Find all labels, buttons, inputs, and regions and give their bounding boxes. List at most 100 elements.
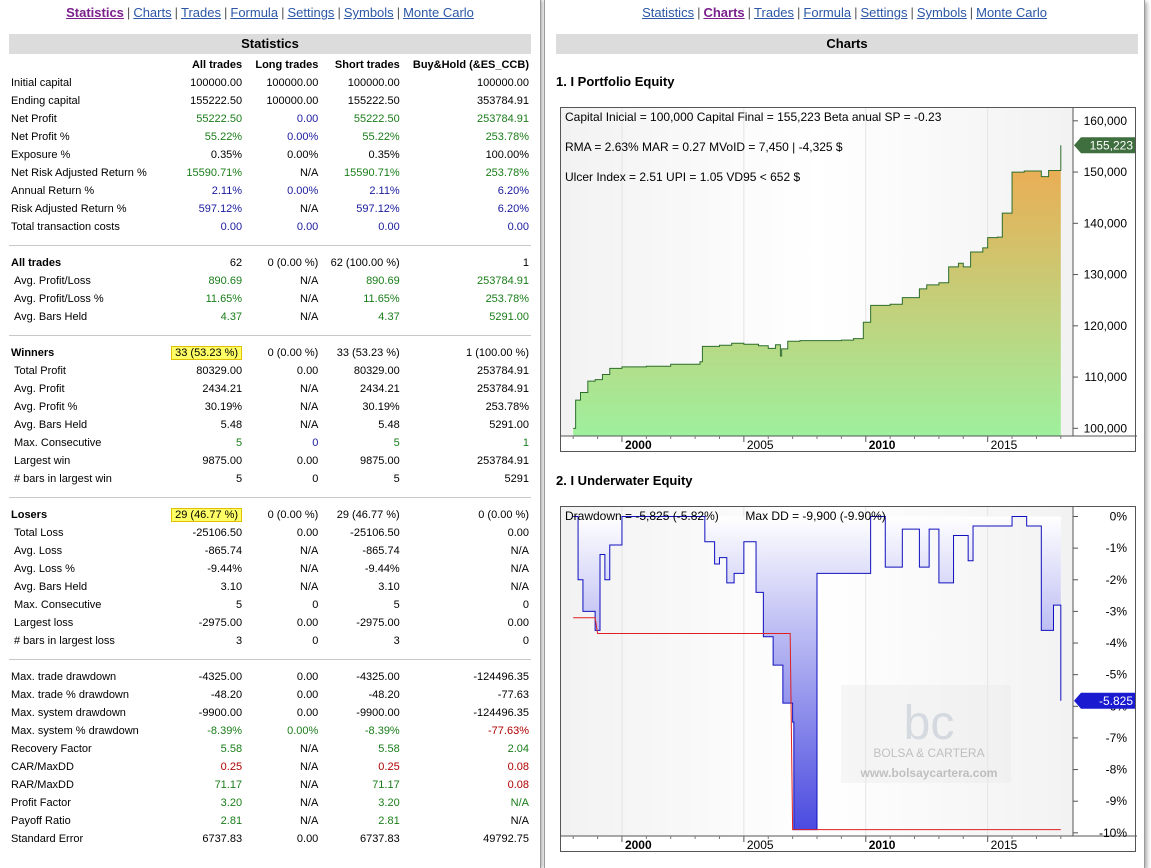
nav-bar: Statistics | Charts | Trades | Formula | Setting…	[545, 5, 1144, 20]
cell-value: 0 (0.00 %)	[478, 509, 529, 521]
cell-value: 0	[312, 473, 319, 485]
underwater-chart-title: 2. I Underwater Equity	[556, 473, 693, 488]
cell-value: -124496.35	[473, 671, 529, 683]
nav-link-monte-carlo[interactable]: Monte Carlo	[403, 5, 474, 20]
table-row: # bars in largest loss 3 0 3 0	[9, 632, 531, 650]
row-label: Losers	[11, 509, 48, 521]
cell-value: 0.00%	[287, 131, 319, 143]
table-row: Net Profit 55222.50 0.00 55222.50 253784.91	[9, 110, 531, 128]
statistics-table: All trades Long trades Short trades Buy&…	[9, 56, 531, 848]
nav-link-symbols[interactable]: Symbols	[344, 5, 394, 20]
nav-link-trades[interactable]: Trades	[181, 5, 221, 20]
cell-value: 2.04	[507, 743, 529, 755]
cell-value: 0.25	[378, 761, 400, 773]
nav-bar: Statistics | Charts | Trades | Formula | Setting…	[0, 5, 540, 20]
table-row: Losers 29 (46.77 %) 0 (0.00 %) 29 (46.77 %)…	[9, 506, 531, 524]
column-header: All trades	[191, 59, 243, 71]
row-label: Standard Error	[11, 833, 84, 845]
cell-value: 5	[393, 437, 400, 449]
table-row: Annual Return % 2.11% 0.00% 2.11% 6.20%	[9, 182, 531, 200]
cell-value: 0.00	[296, 617, 319, 629]
table-row: Payoff Ratio 2.81 N/A 2.81 N/A	[9, 812, 531, 830]
cell-value: 6737.83	[202, 833, 243, 845]
cell-value: 0.00%	[287, 185, 319, 197]
row-label: Recovery Factor	[11, 743, 92, 755]
row-label: Max. system % drawdown	[11, 725, 139, 737]
cell-value: 5291.00	[489, 419, 529, 431]
underwater-chart-svg: bcBOLSA & CARTERA www.bolsaycartera.com 0%…	[561, 507, 1137, 852]
row-label: Payoff Ratio	[11, 815, 71, 827]
cell-value: 253784.91	[477, 365, 529, 377]
equity-info-text: Ulcer Index = 2.51 UPI = 1.05 VD95 < 652…	[565, 170, 800, 184]
table-row: Max. system % drawdown -8.39% 0.00% -8.39% -…	[9, 722, 531, 740]
cell-value: 33 (53.23 %)	[336, 347, 400, 359]
cell-value: 5.58	[220, 743, 243, 755]
cell-value: 5.48	[378, 419, 400, 431]
cell-value: N/A	[510, 581, 529, 593]
cell-value: N/A	[299, 563, 319, 575]
y-tick-label: -7%	[1106, 731, 1128, 745]
nav-link-statistics[interactable]: Statistics	[66, 5, 124, 20]
nav-link-trades[interactable]: Trades	[754, 5, 794, 20]
cell-value: 5.58	[378, 743, 400, 755]
table-row: Net Profit % 55.22% 0.00% 55.22% 253.78%	[9, 128, 531, 146]
cell-value: 2434.21	[202, 383, 243, 395]
cell-value: 3.20	[220, 797, 243, 809]
row-label: Net Profit %	[11, 131, 70, 143]
cell-value: -9900.00	[356, 707, 400, 719]
table-row: Profit Factor 3.20 N/A 3.20 N/A	[9, 794, 531, 812]
cell-value: N/A	[299, 167, 319, 179]
cell-value: 29 (46.77 %)	[336, 509, 400, 521]
table-row: RAR/MaxDD 71.17 N/A 71.17 0.08	[9, 776, 531, 794]
y-tick-label: 140,000	[1084, 216, 1128, 230]
cell-value: 0.08	[507, 779, 529, 791]
row-label: Avg. Loss %	[14, 563, 75, 575]
nav-link-settings[interactable]: Settings	[861, 5, 908, 20]
cell-value: 0.00	[220, 221, 243, 233]
row-label: Avg. Bars Held	[14, 419, 88, 431]
cell-value: 0.00	[296, 689, 319, 701]
cell-value: 253.78%	[485, 167, 529, 179]
nav-link-formula[interactable]: Formula	[230, 5, 278, 20]
x-tick-label: 2000	[625, 438, 652, 452]
y-tick-label: -1%	[1106, 541, 1128, 555]
cell-value: 9875.00	[202, 455, 243, 467]
cell-value: 5291.00	[489, 311, 529, 323]
table-row: Largest win 9875.00 0.00 9875.00 253784.91	[9, 452, 531, 470]
cell-value: 100000.00	[190, 77, 243, 89]
nav-link-symbols[interactable]: Symbols	[917, 5, 967, 20]
nav-separator: |	[797, 5, 801, 20]
cell-value: 0	[312, 437, 319, 449]
row-label: Total Profit	[14, 365, 66, 377]
cell-value: 15590.71%	[344, 167, 400, 179]
row-label: Max. system drawdown	[11, 707, 126, 719]
nav-link-charts[interactable]: Charts	[703, 5, 744, 20]
nav-link-charts[interactable]: Charts	[133, 5, 171, 20]
row-label: Max. trade drawdown	[11, 671, 117, 683]
row-label: Net Risk Adjusted Return %	[11, 167, 147, 179]
nav-link-settings[interactable]: Settings	[287, 5, 334, 20]
nav-separator: |	[969, 5, 974, 20]
equity-chart: 100,000 110,000 120,000 130,000 140,000 150,0…	[560, 107, 1137, 452]
cell-value: 3	[235, 635, 243, 647]
nav-link-monte-carlo[interactable]: Monte Carlo	[976, 5, 1047, 20]
cell-value: 0	[522, 599, 529, 611]
nav-link-formula[interactable]: Formula	[803, 5, 851, 20]
nav-separator: |	[396, 5, 401, 20]
cell-value: 0.00	[296, 527, 319, 539]
nav-link-statistics[interactable]: Statistics	[642, 5, 694, 20]
table-row: Max. trade drawdown -4325.00 0.00 -4325.00 -…	[9, 668, 531, 686]
charts-pane: Statistics | Charts | Trades | Formula | Setting…	[544, 0, 1145, 868]
table-header-row: All trades Long trades Short trades Buy&…	[9, 56, 531, 74]
cell-value: 49792.75	[483, 833, 529, 845]
cell-value: 5	[393, 599, 400, 611]
table-row: Avg. Loss % -9.44% N/A -9.44% N/A	[9, 560, 531, 578]
row-label: RAR/MaxDD	[11, 779, 74, 791]
equity-info-text: RMA = 2.63% MAR = 0.27 MVoID = 7,450 | -…	[565, 140, 843, 154]
cell-value: N/A	[299, 761, 319, 773]
cell-value: 30.19%	[362, 401, 400, 413]
cell-value: 2434.21	[359, 383, 400, 395]
x-tick-label: 2010	[869, 438, 896, 452]
nav-separator: |	[747, 5, 752, 20]
y-tick-label: 100,000	[1084, 421, 1128, 435]
